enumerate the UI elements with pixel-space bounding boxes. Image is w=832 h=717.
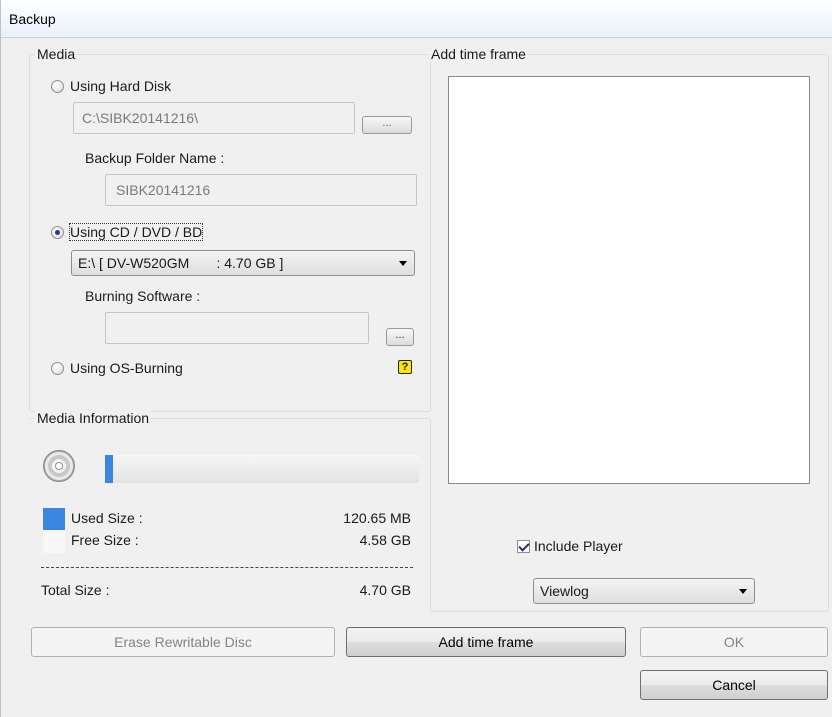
question-icon[interactable]: ? — [398, 360, 412, 374]
drive-select[interactable]: E:\ [ DV-W520GM : 4.70 GB ] — [71, 250, 415, 276]
player-select[interactable]: Viewlog — [533, 578, 755, 604]
time-frame-list[interactable] — [448, 76, 810, 484]
backup-folder-name-field[interactable] — [105, 174, 417, 206]
hard-disk-radio[interactable]: Using Hard Disk — [51, 78, 171, 94]
used-size-value: 120.65 MB — [343, 510, 411, 526]
include-player-checkbox[interactable]: Include Player — [517, 538, 623, 554]
ok-button[interactable]: OK — [640, 627, 828, 657]
cancel-button[interactable]: Cancel — [640, 670, 828, 700]
used-size-swatch — [43, 508, 65, 530]
include-player-label: Include Player — [534, 538, 623, 554]
os-burning-radio[interactable]: Using OS-Burning — [51, 360, 183, 376]
hard-disk-radio-button[interactable] — [51, 79, 64, 93]
used-size-label: Used Size : — [71, 510, 143, 526]
cd-dvd-radio[interactable]: Using CD / DVD / BD — [51, 223, 204, 241]
chevron-down-icon — [739, 589, 747, 594]
free-size-value: 4.58 GB — [359, 532, 411, 548]
total-size-value: 4.70 GB — [359, 582, 411, 598]
window-title: Backup — [9, 11, 56, 27]
hard-disk-path-field[interactable] — [73, 102, 355, 134]
backup-dialog: Backup Media Using Hard Disk ... Backup … — [0, 0, 832, 717]
time-frame-group-label: Add time frame — [429, 46, 528, 62]
chevron-down-icon — [399, 261, 407, 266]
disc-usage-bar-fill — [105, 455, 113, 483]
media-information-group-label: Media Information — [35, 410, 152, 426]
add-time-frame-button[interactable]: Add time frame — [346, 627, 626, 657]
player-select-value: Viewlog — [540, 583, 589, 599]
drive-select-value: E:\ [ DV-W520GM : 4.70 GB ] — [78, 255, 284, 271]
disc-icon — [43, 450, 75, 482]
title-bar: Backup — [1, 0, 832, 38]
burning-software-label: Burning Software : — [85, 288, 201, 304]
media-group-label: Media — [35, 46, 78, 62]
cd-dvd-radio-label: Using CD / DVD / BD — [68, 223, 204, 241]
hard-disk-browse-button[interactable]: ... — [362, 116, 412, 134]
total-divider — [41, 567, 413, 568]
burning-software-browse-button[interactable]: ... — [386, 328, 414, 346]
cd-dvd-radio-button[interactable] — [51, 225, 64, 239]
disc-usage-bar — [105, 455, 419, 483]
total-size-label: Total Size : — [41, 582, 110, 598]
free-size-label: Free Size : — [71, 532, 139, 548]
erase-rewritable-disc-button[interactable]: Erase Rewritable Disc — [31, 627, 335, 657]
os-burning-radio-label: Using OS-Burning — [70, 360, 183, 376]
backup-folder-name-label: Backup Folder Name : — [85, 150, 225, 166]
include-player-checkbox-box[interactable] — [517, 539, 530, 553]
burning-software-field[interactable] — [105, 312, 369, 344]
os-burning-radio-button[interactable] — [51, 361, 64, 375]
free-size-swatch — [43, 531, 65, 553]
hard-disk-radio-label: Using Hard Disk — [70, 78, 172, 94]
